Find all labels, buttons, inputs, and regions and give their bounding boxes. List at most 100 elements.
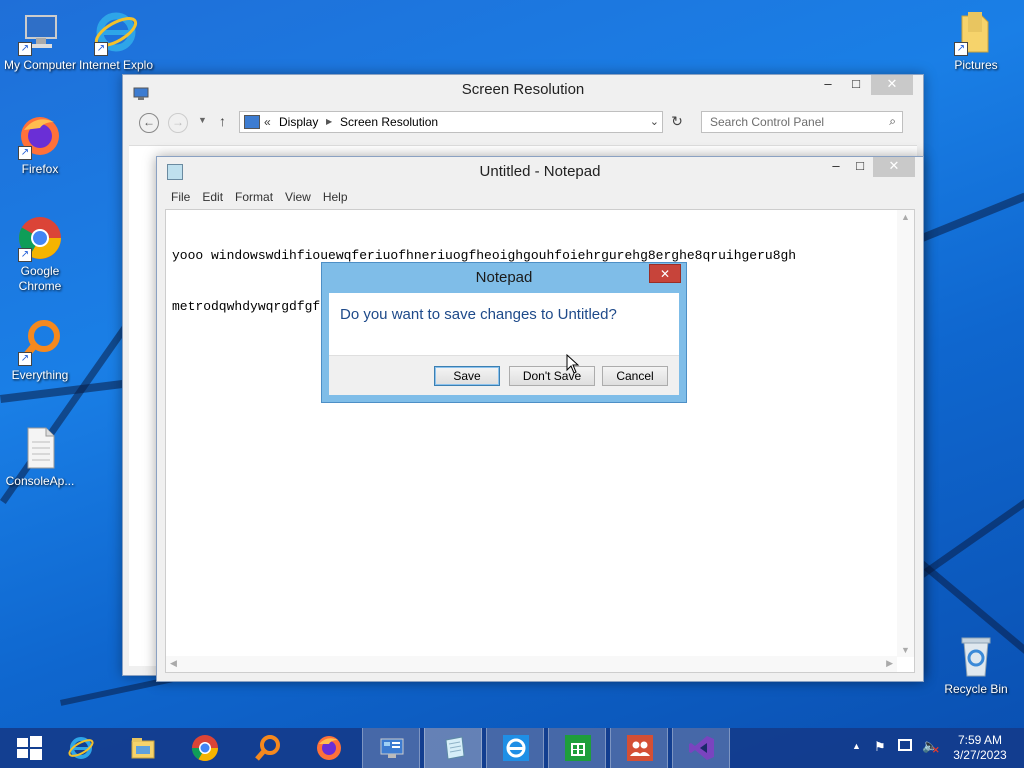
taskbar-people[interactable] — [610, 728, 668, 768]
tray-overflow-icon[interactable]: ▲ — [852, 741, 861, 751]
desktop-icon-pictures[interactable]: ↗ Pictures — [936, 8, 1016, 73]
forward-button[interactable]: → — [168, 113, 188, 133]
taskbar-file-explorer[interactable] — [114, 728, 172, 768]
desktop-icon-label: Internet Explo — [78, 58, 154, 72]
dialog-title: Notepad — [475, 269, 533, 286]
horizontal-scrollbar[interactable]: ◀ ▶ — [166, 656, 897, 672]
search-input[interactable]: Search Control Panel — [710, 115, 824, 129]
internet-explorer-icon: ↗ — [92, 8, 140, 56]
minimize-button[interactable]: – — [817, 75, 839, 95]
control-panel-title: Screen Resolution — [461, 81, 585, 98]
dialog-button-bar: Save Don't Save Cancel — [329, 355, 679, 395]
taskbar-visual-studio[interactable] — [672, 728, 730, 768]
taskbar-firefox[interactable] — [300, 728, 358, 768]
back-button[interactable]: ← — [139, 113, 159, 133]
folder-icon: ↗ — [952, 8, 1000, 56]
mouse-cursor-icon — [566, 353, 580, 374]
maximize-button[interactable]: □ — [849, 157, 871, 177]
start-button[interactable] — [0, 728, 58, 768]
dialog-titlebar[interactable]: Notepad ✕ — [322, 263, 686, 292]
computer-icon: ↗ — [16, 8, 64, 56]
taskbar-internet-explorer[interactable] — [52, 728, 110, 768]
taskbar: ▲ ⚑ 🔈 ✕ 7:59 AM 3/27/2023 — [0, 728, 1024, 768]
menu-edit[interactable]: Edit — [196, 187, 229, 207]
taskbar-everything[interactable] — [238, 728, 296, 768]
cancel-button[interactable]: Cancel — [602, 366, 668, 386]
save-button[interactable]: Save — [434, 366, 500, 386]
firefox-icon — [315, 734, 343, 762]
search-box[interactable]: Search Control Panel ⌕ — [701, 111, 903, 133]
menu-format[interactable]: Format — [229, 187, 279, 207]
desktop-icon-recycle-bin[interactable]: Recycle Bin — [936, 632, 1016, 697]
taskbar-control-panel[interactable] — [362, 728, 420, 768]
breadcrumb-display[interactable]: Display — [279, 112, 318, 132]
firefox-icon: ↗ — [16, 112, 64, 160]
control-panel-icon — [378, 734, 406, 762]
network-icon[interactable] — [898, 739, 912, 751]
up-button[interactable]: ↑ — [219, 113, 226, 129]
notepad-titlebar[interactable]: Untitled - Notepad – □ ✕ — [157, 157, 923, 187]
taskbar-internet-explorer-metro[interactable] — [486, 728, 544, 768]
desktop-icon-label: ConsoleAp... — [5, 474, 75, 488]
chrome-icon — [191, 734, 219, 762]
desktop-icon-label: My Computer — [3, 58, 77, 72]
breadcrumb-overflow[interactable]: « — [264, 112, 271, 132]
scroll-up-icon[interactable]: ▲ — [901, 212, 910, 222]
taskbar-chrome[interactable] — [176, 728, 234, 768]
control-panel-small-icon — [244, 115, 260, 129]
control-panel-titlebar[interactable]: Screen Resolution – □ ✕ — [123, 75, 923, 105]
desktop-icon-label: Everything — [11, 368, 69, 382]
close-button[interactable]: ✕ — [873, 157, 915, 177]
scroll-left-icon[interactable]: ◀ — [170, 658, 177, 669]
notepad-window[interactable]: Untitled - Notepad – □ ✕ File Edit Format V… — [156, 156, 924, 682]
recycle-bin-icon — [952, 632, 1000, 680]
dialog-message: Do you want to save changes to Untitled? — [340, 306, 617, 323]
minimize-button[interactable]: – — [825, 157, 847, 177]
search-icon: ⌕ — [889, 114, 896, 128]
recent-pages-dropdown[interactable]: ▼ — [198, 115, 207, 125]
store-icon — [564, 734, 592, 762]
clock[interactable]: 7:59 AM 3/27/2023 — [944, 733, 1016, 763]
menu-help[interactable]: Help — [317, 187, 354, 207]
desktop-icon-label: Google Chrome — [18, 264, 62, 293]
desktop-icon-label: Recycle Bin — [944, 682, 1008, 696]
scroll-down-icon[interactable]: ▼ — [901, 645, 910, 655]
vertical-scrollbar[interactable]: ▲ ▼ — [897, 210, 914, 657]
breadcrumb-screen-resolution[interactable]: Screen Resolution — [340, 112, 438, 132]
address-bar[interactable]: « Display ▶ Screen Resolution ⌄ — [239, 111, 663, 133]
clock-date: 3/27/2023 — [953, 748, 1007, 762]
address-dropdown-icon[interactable]: ⌄ — [650, 112, 659, 132]
desktop-icon-everything[interactable]: ↗ Everything — [0, 318, 80, 383]
notepad-icon — [440, 734, 468, 762]
everything-search-icon: ↗ — [16, 318, 64, 366]
file-icon — [16, 424, 64, 472]
internet-explorer-icon — [502, 734, 530, 762]
close-button[interactable]: ✕ — [871, 75, 913, 95]
action-center-flag-icon[interactable]: ⚑ — [874, 739, 886, 755]
navigation-bar: ← → ▼ ↑ « Display ▶ Screen Resolution ⌄ … — [123, 105, 923, 141]
dont-save-button[interactable]: Don't Save — [509, 366, 595, 386]
internet-explorer-icon — [67, 734, 95, 762]
desktop-icon-consoleapp[interactable]: ConsoleAp... — [0, 424, 80, 489]
menu-view[interactable]: View — [279, 187, 317, 207]
desktop-icon-label: Firefox — [21, 162, 59, 176]
desktop-icon-my-computer[interactable]: ↗ My Computer — [0, 8, 80, 73]
scroll-right-icon[interactable]: ▶ — [886, 658, 893, 669]
taskbar-notepad[interactable] — [424, 728, 482, 768]
volume-muted-x-icon: ✕ — [932, 745, 940, 755]
taskbar-store[interactable] — [548, 728, 606, 768]
dialog-body: Do you want to save changes to Untitled? — [329, 293, 679, 355]
menu-file[interactable]: File — [165, 187, 196, 207]
maximize-button[interactable]: □ — [845, 75, 867, 95]
desktop-icon-label: Pictures — [954, 58, 998, 72]
breadcrumb-separator-icon: ▶ — [326, 117, 333, 126]
visual-studio-icon — [688, 734, 716, 762]
start-icon — [15, 734, 43, 762]
save-dialog[interactable]: Notepad ✕ Do you want to save changes to… — [321, 262, 687, 403]
desktop-icon-firefox[interactable]: ↗ Firefox — [0, 112, 80, 177]
notepad-app-icon — [167, 164, 183, 180]
control-panel-app-icon — [133, 82, 149, 100]
dialog-close-button[interactable]: ✕ — [649, 264, 681, 283]
refresh-button[interactable]: ↻ — [667, 113, 687, 133]
desktop-icon-google-chrome[interactable]: ↗ Google Chrome — [0, 214, 80, 294]
